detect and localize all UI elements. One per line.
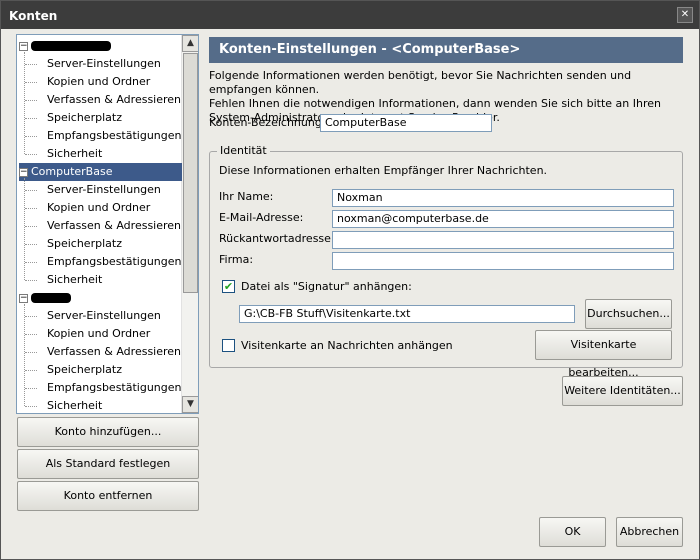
add-account-button[interactable]: Konto hinzufügen... bbox=[17, 417, 199, 447]
title-bar: Konten ✕ bbox=[1, 1, 699, 29]
vcard-checkbox[interactable] bbox=[222, 339, 235, 352]
cancel-button[interactable]: Abbrechen bbox=[616, 517, 683, 547]
collapse-icon[interactable]: − bbox=[19, 167, 28, 177]
tree-connector bbox=[25, 136, 37, 137]
name-label: Ihr Name: bbox=[219, 190, 274, 203]
tree-connector bbox=[25, 280, 37, 281]
scroll-thumb[interactable] bbox=[183, 53, 198, 293]
account-tree[interactable]: ▲ ▼ − Server-Einstellungen Kopien und Ordn… bbox=[16, 34, 199, 414]
tree-settings-item[interactable]: Kopien und Ordner bbox=[47, 199, 150, 217]
collapse-icon[interactable]: − bbox=[19, 41, 28, 51]
tree-connector bbox=[25, 208, 37, 209]
tree-connector bbox=[24, 304, 25, 406]
tree-settings-item[interactable]: Empfangsbestätigungen bbox=[47, 127, 182, 145]
email-label: E-Mail-Adresse: bbox=[219, 211, 304, 224]
tree-connector bbox=[25, 226, 37, 227]
vcard-checkbox-label: Visitenkarte an Nachrichten anhängen bbox=[241, 339, 453, 352]
ok-button[interactable]: OK bbox=[539, 517, 606, 547]
tree-settings-item[interactable]: Empfangsbestätigungen bbox=[47, 253, 182, 271]
company-field[interactable] bbox=[332, 252, 674, 270]
tree-settings-item[interactable]: Sicherheit bbox=[47, 271, 102, 289]
close-icon[interactable]: ✕ bbox=[677, 7, 693, 23]
tree-connector bbox=[25, 118, 37, 119]
more-identities-button[interactable]: Weitere Identitäten... bbox=[562, 376, 683, 406]
tree-connector bbox=[25, 388, 37, 389]
reply-to-label: Rückantwortadresse: bbox=[219, 232, 335, 245]
tree-connector bbox=[24, 178, 25, 280]
signature-checkbox-label: Datei als "Signatur" anhängen: bbox=[241, 280, 412, 293]
tree-connector bbox=[25, 64, 37, 65]
tree-connector bbox=[25, 316, 37, 317]
info-line-1: Folgende Informationen werden benötigt, … bbox=[209, 69, 632, 96]
reply-to-field[interactable] bbox=[332, 231, 674, 249]
tree-connector bbox=[25, 334, 37, 335]
identity-legend: Identität bbox=[217, 144, 270, 158]
tree-account[interactable]: − bbox=[19, 37, 182, 55]
tree-connector bbox=[25, 352, 37, 353]
tree-settings-item[interactable]: Sicherheit bbox=[47, 145, 102, 163]
tree-connector bbox=[25, 100, 37, 101]
account-name-field[interactable]: ComputerBase bbox=[320, 114, 492, 132]
tree-connector bbox=[25, 244, 37, 245]
tree-settings-item[interactable]: Server-Einstellungen bbox=[47, 307, 161, 325]
tree-settings-item[interactable]: Speicherplatz bbox=[47, 235, 122, 253]
tree-settings-item[interactable]: Server-Einstellungen bbox=[47, 181, 161, 199]
tree-connector bbox=[25, 262, 37, 263]
tree-connector bbox=[24, 52, 25, 154]
tree-scrollbar[interactable]: ▲ ▼ bbox=[181, 35, 198, 413]
tree-settings-item[interactable]: Server-Einstellungen bbox=[47, 55, 161, 73]
account-name-label: Konten-Bezeichnung: bbox=[209, 116, 326, 129]
tree-settings-item[interactable]: Kopien und Ordner bbox=[47, 73, 150, 91]
remove-account-button[interactable]: Konto entfernen bbox=[17, 481, 199, 511]
email-field[interactable]: noxman@computerbase.de bbox=[332, 210, 674, 228]
collapse-icon[interactable]: − bbox=[19, 293, 28, 303]
tree-connector bbox=[25, 154, 37, 155]
tree-settings-item[interactable]: Verfassen & Adressieren bbox=[47, 343, 181, 361]
browse-button[interactable]: Durchsuchen... bbox=[585, 299, 672, 329]
settings-header: Konten-Einstellungen - <ComputerBase> bbox=[209, 37, 683, 63]
tree-connector bbox=[25, 370, 37, 371]
redacted-account-name bbox=[31, 293, 71, 303]
set-default-button[interactable]: Als Standard festlegen bbox=[17, 449, 199, 479]
signature-checkbox[interactable]: ✔ bbox=[222, 280, 235, 293]
tree-account[interactable]: − ComputerBase bbox=[19, 163, 182, 181]
tree-connector bbox=[25, 190, 37, 191]
tree-connector bbox=[25, 82, 37, 83]
accounts-dialog: Konten ✕ ▲ ▼ − Server-Einstellungen Kopien… bbox=[0, 0, 700, 560]
name-field[interactable]: Noxman bbox=[332, 189, 674, 207]
identity-intro: Diese Informationen erhalten Empfänger I… bbox=[219, 164, 548, 177]
edit-vcard-button[interactable]: Visitenkarte bearbeiten... bbox=[535, 330, 672, 379]
tree-connector bbox=[25, 406, 37, 407]
redacted-account-name bbox=[31, 41, 111, 51]
scroll-down-icon[interactable]: ▼ bbox=[182, 396, 198, 413]
tree-settings-item[interactable]: Speicherplatz bbox=[47, 361, 122, 379]
info-line-2: Fehlen Ihnen die notwendigen Information… bbox=[209, 97, 661, 110]
tree-settings-item[interactable]: Empfangsbestätigungen bbox=[47, 379, 182, 397]
scroll-up-icon[interactable]: ▲ bbox=[182, 35, 198, 52]
tree-settings-item[interactable]: Verfassen & Adressieren bbox=[47, 217, 181, 235]
window-title: Konten bbox=[9, 9, 58, 23]
tree-account[interactable]: − bbox=[19, 289, 182, 307]
tree-settings-item[interactable]: Sicherheit bbox=[47, 397, 102, 413]
company-label: Firma: bbox=[219, 253, 254, 266]
tree-settings-item[interactable]: Kopien und Ordner bbox=[47, 325, 150, 343]
tree-account-label: ComputerBase bbox=[31, 165, 113, 178]
tree-settings-item[interactable]: Speicherplatz bbox=[47, 109, 122, 127]
signature-path-field[interactable]: G:\CB-FB Stuff\Visitenkarte.txt bbox=[239, 305, 575, 323]
tree-settings-item[interactable]: Verfassen & Adressieren bbox=[47, 91, 181, 109]
